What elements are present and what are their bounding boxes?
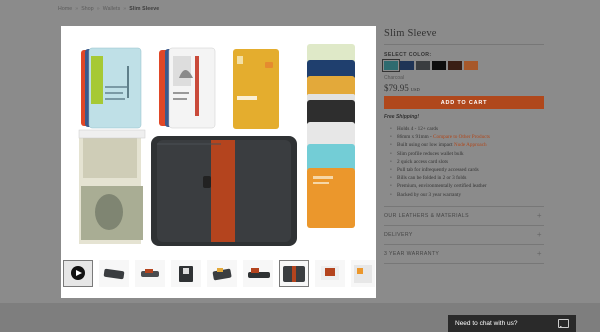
swatch-brown[interactable] bbox=[448, 61, 462, 70]
swatch-charcoal[interactable] bbox=[416, 61, 430, 70]
product-image[interactable] bbox=[61, 26, 376, 256]
feature-item: Bills can be folded in 2 or 3 folds bbox=[390, 174, 544, 182]
accordion-label: DELIVERY bbox=[384, 231, 413, 238]
product-gallery bbox=[61, 26, 376, 298]
accordion-warranty[interactable]: 3 YEAR WARRANTY + bbox=[384, 243, 544, 264]
accordion-label: OUR LEATHERS & MATERIALS bbox=[384, 212, 469, 219]
price-value: $79.95 bbox=[384, 83, 409, 93]
divider bbox=[384, 44, 544, 45]
card-id bbox=[159, 47, 216, 129]
accordion-label: 3 YEAR WARRANTY bbox=[384, 250, 440, 257]
breadcrumb-shop[interactable]: Shop bbox=[81, 6, 94, 12]
thumbnail-7[interactable] bbox=[315, 260, 345, 287]
breadcrumb-home[interactable]: Home bbox=[58, 6, 72, 12]
chat-label: Need to chat with us? bbox=[455, 320, 518, 327]
thumbnail-video[interactable] bbox=[63, 260, 93, 287]
product-info: Slim Sleeve SELECT COLOR: Charcoal $79.9… bbox=[382, 28, 544, 264]
plus-icon: + bbox=[536, 230, 542, 240]
feature-item: Slim profile reduces wallet bulk bbox=[390, 150, 544, 158]
feature-item: Built using our low impact Nude Approach bbox=[390, 141, 544, 149]
feature-item: 2 quick access card slots bbox=[390, 158, 544, 166]
thumbnail-3[interactable] bbox=[171, 260, 201, 287]
folded-bills bbox=[78, 129, 146, 244]
breadcrumb: Home» Shop» Wallets» Slim Sleeve bbox=[58, 6, 160, 12]
swatch-navy[interactable] bbox=[400, 61, 414, 70]
nude-approach-link[interactable]: Nude Approach bbox=[454, 142, 487, 148]
free-shipping-note: Free Shipping! bbox=[384, 114, 419, 120]
thumbnail-strip bbox=[61, 258, 376, 298]
feature-list: Holds 4 - 12+ cards 86mm x 91mm - Compar… bbox=[384, 125, 544, 199]
thumbnail-6[interactable] bbox=[279, 260, 309, 287]
compare-products-link[interactable]: Compare to Other Products bbox=[433, 134, 490, 140]
info-accordion: OUR LEATHERS & MATERIALS + DELIVERY + 3 YE… bbox=[384, 205, 544, 264]
card-gold bbox=[233, 49, 279, 129]
thumbnail-1[interactable] bbox=[99, 260, 129, 287]
swatch-tan[interactable] bbox=[464, 61, 478, 70]
thumbnail-4[interactable] bbox=[207, 260, 237, 287]
thumbnail-8[interactable] bbox=[351, 260, 375, 287]
thumbnail-5[interactable] bbox=[243, 260, 273, 287]
swatch-black[interactable] bbox=[432, 61, 446, 70]
feature-item: Holds 4 - 12+ cards bbox=[390, 125, 544, 133]
chat-widget[interactable]: Need to chat with us? bbox=[448, 315, 576, 332]
add-to-cart-button[interactable]: ADD TO CART bbox=[384, 96, 544, 109]
feature-item: Pull tab for infrequently accessed cards bbox=[390, 166, 544, 174]
price-currency: USD bbox=[410, 87, 420, 92]
price: $79.95 USD bbox=[384, 83, 544, 93]
product-title: Slim Sleeve bbox=[384, 28, 437, 39]
plus-icon: + bbox=[536, 211, 542, 221]
color-swatches bbox=[382, 59, 544, 72]
plus-icon: + bbox=[536, 249, 542, 259]
card-stack-right bbox=[307, 44, 355, 228]
swatch-teal[interactable] bbox=[382, 59, 400, 72]
play-icon bbox=[71, 266, 85, 280]
feature-item: Backed by our 3 year warranty bbox=[390, 191, 544, 199]
feature-item: 86mm x 91mm - Compare to Other Products bbox=[390, 133, 544, 141]
feature-item: Premium, environmentally certified leath… bbox=[390, 182, 544, 190]
feature-dims: 86mm x 91mm - bbox=[397, 134, 432, 141]
accordion-materials[interactable]: OUR LEATHERS & MATERIALS + bbox=[384, 205, 544, 225]
chat-icon bbox=[558, 319, 569, 328]
feature-text: Built using our low impact bbox=[397, 142, 453, 149]
select-color-label: SELECT COLOR: bbox=[384, 52, 432, 58]
wallet-open bbox=[151, 136, 297, 246]
thumbnail-2[interactable] bbox=[135, 260, 165, 287]
breadcrumb-wallets[interactable]: Wallets bbox=[103, 6, 121, 12]
breadcrumb-current: Slim Sleeve bbox=[129, 6, 160, 12]
card-stack-blue bbox=[81, 47, 142, 129]
selected-color-name: Charcoal bbox=[384, 75, 405, 81]
accordion-delivery[interactable]: DELIVERY + bbox=[384, 224, 544, 244]
